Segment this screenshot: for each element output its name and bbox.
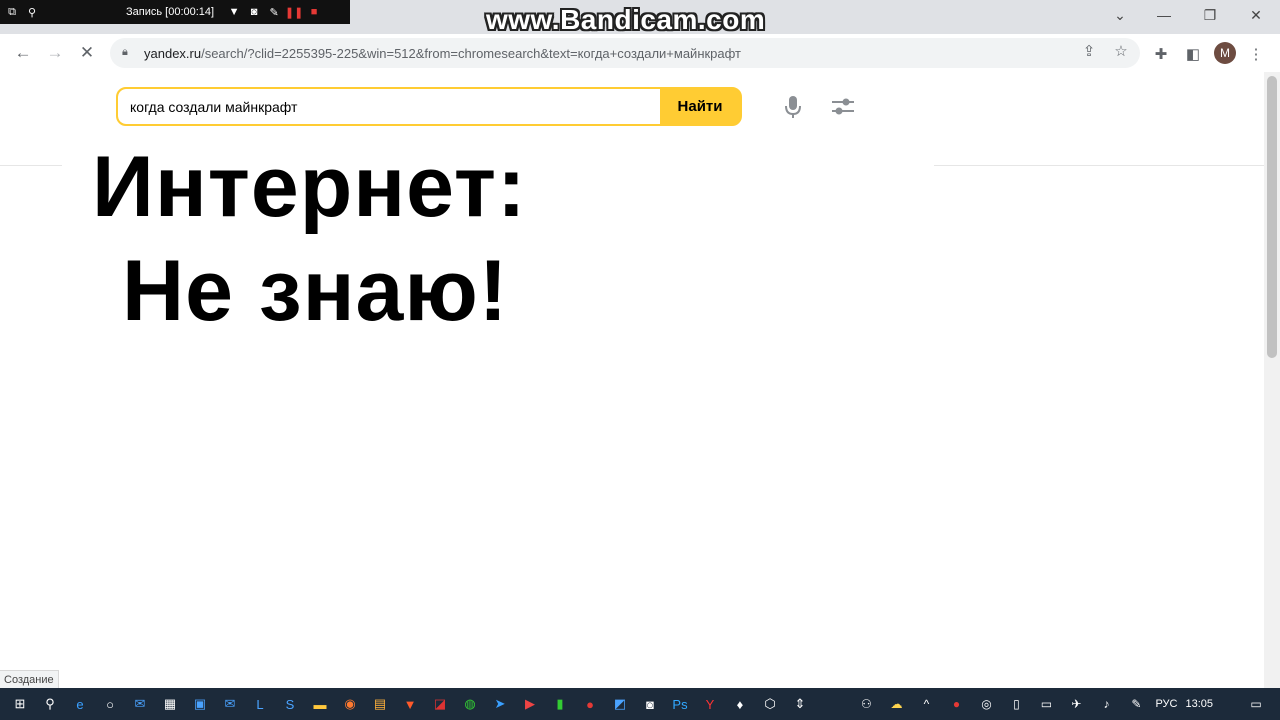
camera-icon[interactable]: ◙ [246, 4, 262, 20]
mail-icon[interactable]: ✉ [128, 692, 152, 716]
lock-icon[interactable]: 🔒︎ [122, 46, 134, 60]
forward-arrow-icon[interactable]: → [44, 42, 66, 64]
close-icon[interactable]: ✕ [1239, 4, 1273, 26]
camera-app-icon[interactable]: ◙ [638, 692, 662, 716]
red-app-icon[interactable]: ◪ [428, 692, 452, 716]
recording-timer: Запись [00:00:14] [126, 6, 215, 18]
pencil-icon[interactable]: ✎ [266, 4, 282, 20]
stop-loading-icon[interactable]: ✕ [76, 42, 98, 64]
url-host: yandex.ru [144, 45, 202, 61]
taskbar-scroll-icon[interactable]: ⇕ [788, 692, 812, 716]
airplane-icon[interactable]: ✈ [1066, 694, 1086, 714]
browser-toolbar: ← → ✕ 🔒︎ yandex.ru/search/?clid=2255395-… [0, 34, 1280, 73]
bookmark-star-icon[interactable]: ☆ [1110, 40, 1132, 62]
profile-avatar[interactable]: M [1214, 42, 1236, 64]
outlook-icon[interactable]: ✉ [218, 692, 242, 716]
search-button[interactable]: Найти [660, 89, 740, 124]
search-box: Найти [116, 87, 742, 126]
windows-start-icon[interactable]: ⊞ [8, 692, 32, 716]
filters-icon[interactable] [830, 96, 856, 118]
clock[interactable]: 13:05 [1185, 698, 1213, 710]
microphone-icon[interactable] [782, 94, 804, 120]
telegram-icon[interactable]: ➤ [488, 692, 512, 716]
language-indicator[interactable]: РУС [1155, 698, 1177, 710]
address-bar[interactable]: 🔒︎ yandex.ru/search/?clid=2255395-225&wi… [110, 38, 1140, 68]
notes-app-icon[interactable]: ▤ [368, 692, 392, 716]
l-app-icon[interactable]: L [248, 692, 272, 716]
restore-icon[interactable]: ❐ [1193, 4, 1227, 26]
scrollbar-thumb[interactable] [1267, 76, 1277, 358]
meme-text-line1: Интернет: [92, 139, 527, 235]
page-scrollbar[interactable] [1264, 72, 1280, 692]
edge-browser-icon[interactable]: e [68, 692, 92, 716]
notifications-icon[interactable]: ▭ [1246, 694, 1266, 714]
tab-search-chevron-icon[interactable]: ⌄ [1103, 4, 1137, 26]
bandicam-recording-bar: ⧉ ⚲ Запись [00:00:14] ▼ ◙ ✎ ❚❚ ■ [0, 0, 350, 24]
meme-text-line2: Не знаю! [122, 243, 509, 339]
windows-taskbar: ⊞ ⚲ e ○ ✉ ▦ ▣ ✉ L S ▬ ◉ ▤ ▼ ◪ ◍ ➤ ▶ ▮ ● … [0, 688, 1280, 720]
green-app-icon[interactable]: ▮ [548, 692, 572, 716]
tray-bandicam-icon[interactable]: ● [946, 694, 966, 714]
meme-overlay: Интернет: Не знаю! [62, 138, 934, 690]
photos-icon[interactable]: ▦ [158, 692, 182, 716]
status-bubble: Создание [0, 670, 59, 690]
file-explorer-icon[interactable]: ▬ [308, 692, 332, 716]
url-path: /search/?clid=2255395-225&win=512&from=c… [201, 45, 742, 61]
menu-kebab-icon[interactable]: ⋮ [1246, 44, 1266, 64]
skype-icon[interactable]: S [278, 692, 302, 716]
cube-app-icon[interactable]: ⬡ [758, 692, 782, 716]
side-panel-icon[interactable]: ◧ [1183, 44, 1203, 64]
back-arrow-icon[interactable]: ← [12, 42, 34, 64]
yandex-browser-icon[interactable]: Y [698, 692, 722, 716]
tray-chevron-icon[interactable]: ^ [916, 694, 936, 714]
mic-app-icon[interactable]: ♦ [728, 692, 752, 716]
store-icon[interactable]: ▣ [188, 692, 212, 716]
photoshop-icon[interactable]: Ps [668, 692, 692, 716]
pause-icon[interactable]: ❚❚ [285, 4, 303, 20]
brave-icon[interactable]: ▼ [398, 692, 422, 716]
minimize-icon[interactable]: — [1147, 4, 1181, 26]
extensions-puzzle-icon[interactable]: ✚ [1151, 44, 1171, 64]
system-tray: ⚇ ☁ ^ ● ◎ ▯ ▭ ✈ ♪ ✎ РУС 13:05 ▭ [851, 688, 1280, 720]
pen-icon[interactable]: ✎ [1126, 694, 1146, 714]
stop-icon[interactable]: ■ [306, 4, 322, 20]
chrome-icon[interactable]: ◍ [458, 692, 482, 716]
page-content: Найти Интернет: Не знаю! [0, 72, 1264, 692]
browser-title-bar: ⧉ ⚲ Запись [00:00:14] ▼ ◙ ✎ ❚❚ ■ www.Ban… [0, 0, 1280, 35]
paint-app-icon[interactable]: ◩ [608, 692, 632, 716]
usb-icon[interactable]: ▯ [1006, 694, 1026, 714]
search-icon[interactable]: ⚲ [38, 692, 62, 716]
orange-app-icon[interactable]: ◉ [338, 692, 362, 716]
volume-icon[interactable]: ♪ [1096, 694, 1116, 714]
share-icon[interactable]: ⇪ [1078, 40, 1100, 62]
people-icon[interactable]: ⚇ [856, 694, 876, 714]
dropdown-icon[interactable]: ▼ [226, 4, 242, 20]
tray-app-icon[interactable]: ◎ [976, 694, 996, 714]
battery-icon[interactable]: ▭ [1036, 694, 1056, 714]
window-icon[interactable]: ⧉ [4, 4, 20, 20]
circle-app-icon[interactable]: ○ [98, 692, 122, 716]
magnifier-icon[interactable]: ⚲ [24, 4, 40, 20]
weather-icon[interactable]: ☁ [886, 694, 906, 714]
bandicam-watermark: www.Bandicam.com [486, 4, 766, 35]
video-app-icon[interactable]: ▶ [518, 692, 542, 716]
search-input[interactable] [118, 89, 660, 124]
bandicam-app-icon[interactable]: ● [578, 692, 602, 716]
